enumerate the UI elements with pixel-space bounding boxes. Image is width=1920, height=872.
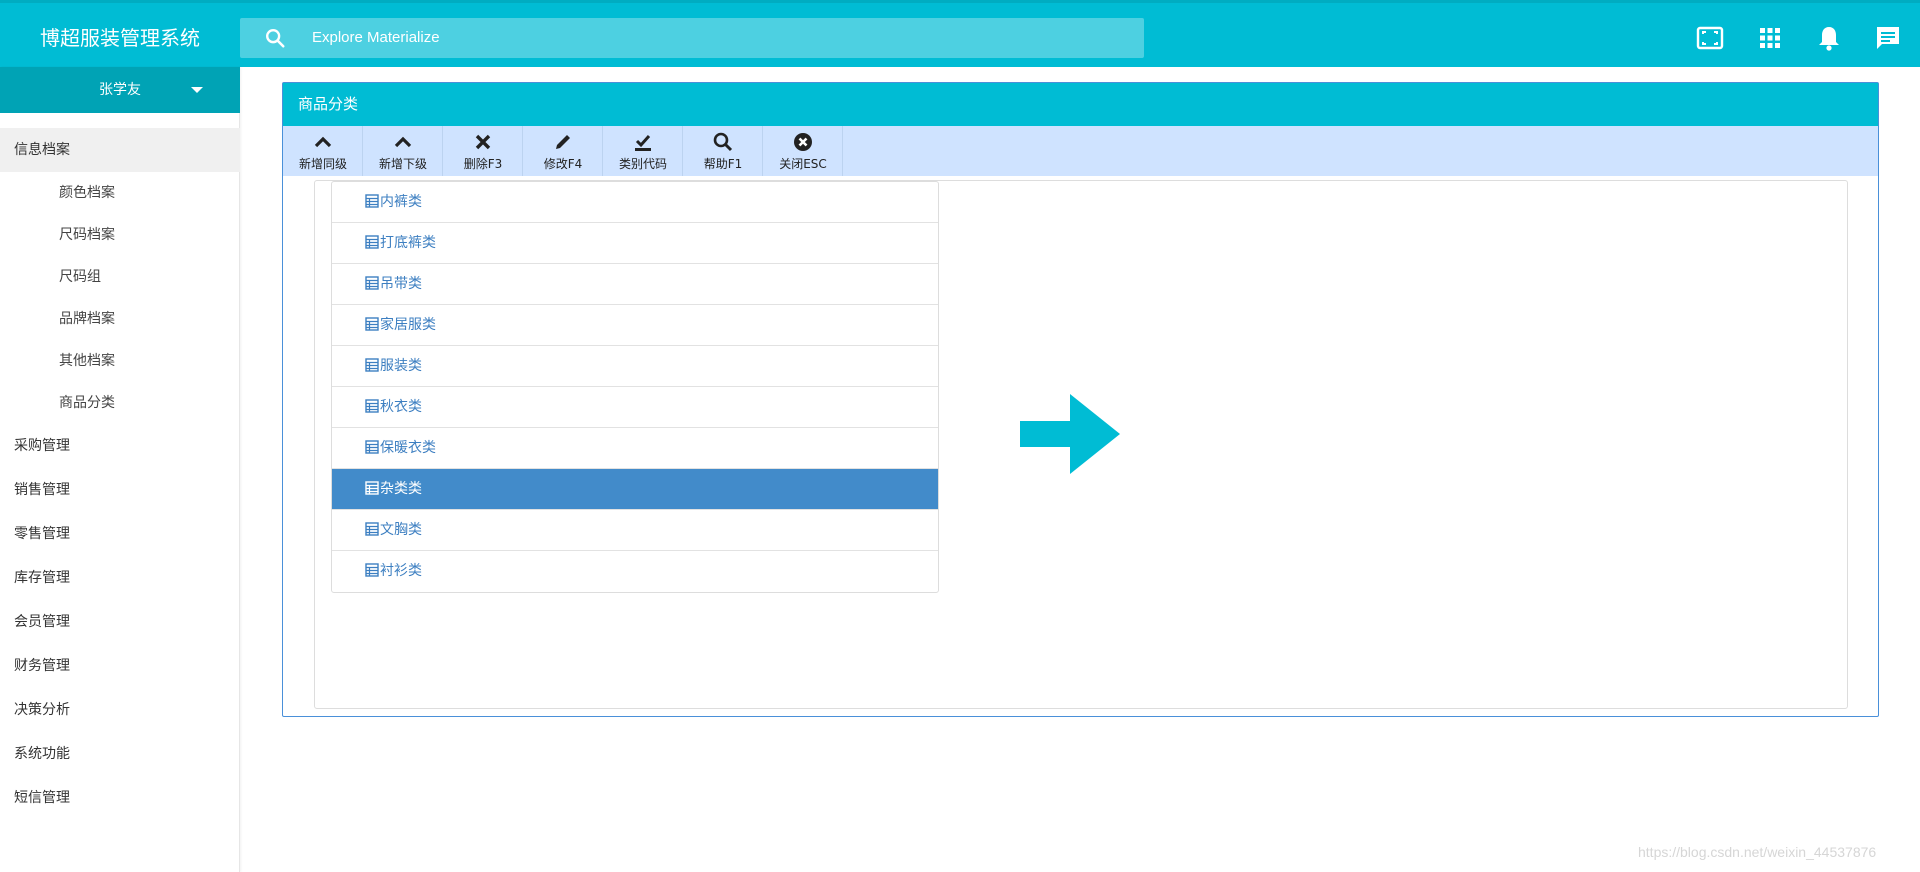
sidebar-item-analysis[interactable]: 决策分析 bbox=[0, 688, 240, 732]
app-title: 博超服装管理系统 bbox=[40, 26, 200, 50]
edit-label: 修改F4 bbox=[543, 157, 583, 171]
sidebar-item-sales[interactable]: 销售管理 bbox=[0, 468, 240, 512]
list-item-label: 吊带类 bbox=[380, 276, 422, 292]
list-item[interactable]: 秋衣类 bbox=[332, 387, 938, 428]
table-icon bbox=[365, 522, 379, 536]
list-item[interactable]: 家居服类 bbox=[332, 305, 938, 346]
sidebar-subitem-color[interactable]: 颜色档案 bbox=[0, 172, 240, 214]
list-item-label: 文胸类 bbox=[380, 522, 422, 538]
help-label: 帮助F1 bbox=[703, 157, 743, 171]
list-item[interactable]: 衬衫类 bbox=[332, 551, 938, 592]
sidebar-item-finance[interactable]: 财务管理 bbox=[0, 644, 240, 688]
toolbar: 新增同级 新增下级 删除F3 修改F4 类别代码 帮助F1 关闭ESC bbox=[283, 126, 1878, 176]
help-button[interactable]: 帮助F1 bbox=[683, 126, 763, 176]
table-icon bbox=[365, 358, 379, 372]
sidebar-item-member[interactable]: 会员管理 bbox=[0, 600, 240, 644]
user-menu[interactable]: 张学友 bbox=[0, 67, 240, 113]
table-icon bbox=[365, 399, 379, 413]
list-item-label: 家居服类 bbox=[380, 317, 436, 333]
close-label: 关闭ESC bbox=[779, 157, 827, 171]
watermark: https://blog.csdn.net/weixin_44537876 bbox=[1638, 844, 1877, 860]
list-item[interactable]: 文胸类 bbox=[332, 510, 938, 551]
table-icon bbox=[365, 235, 379, 249]
add-sibling-button[interactable]: 新增同级 bbox=[283, 126, 363, 176]
chat-message-icon[interactable] bbox=[1873, 23, 1903, 53]
sidebar-subitem-category[interactable]: 商品分类 bbox=[0, 382, 240, 424]
chevron-up-icon bbox=[314, 136, 332, 148]
table-icon bbox=[365, 276, 379, 290]
list-item[interactable]: 打底裤类 bbox=[332, 223, 938, 264]
sidebar-item-info-archive[interactable]: 信息档案 bbox=[0, 128, 240, 172]
user-name: 张学友 bbox=[99, 82, 141, 98]
delete-button[interactable]: 删除F3 bbox=[443, 126, 523, 176]
top-bar: 博超服装管理系统 Explore Materialize bbox=[0, 0, 1920, 67]
chevron-up-icon bbox=[394, 136, 412, 148]
sidebar-item-sms[interactable]: 短信管理 bbox=[0, 776, 240, 820]
list-item-label: 服装类 bbox=[380, 358, 422, 374]
panel-title: 商品分类 bbox=[283, 83, 1878, 126]
list-item[interactable]: 吊带类 bbox=[332, 264, 938, 305]
apps-grid-icon[interactable] bbox=[1755, 23, 1785, 53]
sidebar: 张学友 信息档案 颜色档案 尺码档案 尺码组 品牌档案 其他档案 商品分类 采购… bbox=[0, 67, 240, 872]
sidebar-item-purchase[interactable]: 采购管理 bbox=[0, 424, 240, 468]
add-child-button[interactable]: 新增下级 bbox=[363, 126, 443, 176]
list-item-label: 衬衫类 bbox=[380, 563, 422, 579]
category-list: 内裤类 打底裤类 吊带类 家居服类 服装类 秋衣类 保暖衣类 杂类类 文胸类 衬… bbox=[331, 181, 939, 593]
close-button[interactable]: 关闭ESC bbox=[763, 126, 843, 176]
category-code-button[interactable]: 类别代码 bbox=[603, 126, 683, 176]
edit-button[interactable]: 修改F4 bbox=[523, 126, 603, 176]
table-icon bbox=[365, 440, 379, 454]
sidebar-subitem-size-group[interactable]: 尺码组 bbox=[0, 256, 240, 298]
table-icon bbox=[365, 481, 379, 495]
caret-down-icon bbox=[191, 87, 203, 93]
sidebar-subitem-other[interactable]: 其他档案 bbox=[0, 340, 240, 382]
list-item-label: 打底裤类 bbox=[380, 235, 436, 251]
search-bar[interactable]: Explore Materialize bbox=[240, 18, 1144, 58]
list-item[interactable]: 内裤类 bbox=[332, 182, 938, 223]
table-icon bbox=[365, 563, 379, 577]
list-item-label: 秋衣类 bbox=[380, 399, 422, 415]
list-item[interactable]: 保暖衣类 bbox=[332, 428, 938, 469]
close-circle-icon bbox=[794, 133, 812, 151]
list-item[interactable]: 服装类 bbox=[332, 346, 938, 387]
fullscreen-icon[interactable] bbox=[1695, 23, 1725, 53]
sidebar-item-system[interactable]: 系统功能 bbox=[0, 732, 240, 776]
pencil-icon bbox=[556, 135, 570, 149]
search-input[interactable]: Explore Materialize bbox=[312, 18, 440, 58]
search-icon bbox=[266, 29, 285, 48]
table-icon bbox=[365, 194, 379, 208]
delete-label: 删除F3 bbox=[463, 157, 503, 171]
arrow-right-icon bbox=[1020, 394, 1120, 474]
add-child-label: 新增下级 bbox=[378, 157, 427, 171]
list-item-label: 杂类类 bbox=[380, 481, 422, 497]
sidebar-subitem-brand[interactable]: 品牌档案 bbox=[0, 298, 240, 340]
sidebar-subitem-size[interactable]: 尺码档案 bbox=[0, 214, 240, 256]
add-sibling-label: 新增同级 bbox=[298, 157, 347, 171]
list-item-label: 保暖衣类 bbox=[380, 440, 436, 456]
sidebar-item-inventory[interactable]: 库存管理 bbox=[0, 556, 240, 600]
table-icon bbox=[365, 317, 379, 331]
search-icon bbox=[713, 132, 733, 152]
close-x-icon bbox=[475, 134, 491, 150]
list-item-label: 内裤类 bbox=[380, 194, 422, 210]
check-underline-icon bbox=[635, 135, 651, 151]
sidebar-item-retail[interactable]: 零售管理 bbox=[0, 512, 240, 556]
list-item-selected[interactable]: 杂类类 bbox=[332, 469, 938, 510]
notification-bell-icon[interactable] bbox=[1814, 23, 1844, 53]
category-code-label: 类别代码 bbox=[618, 157, 667, 171]
